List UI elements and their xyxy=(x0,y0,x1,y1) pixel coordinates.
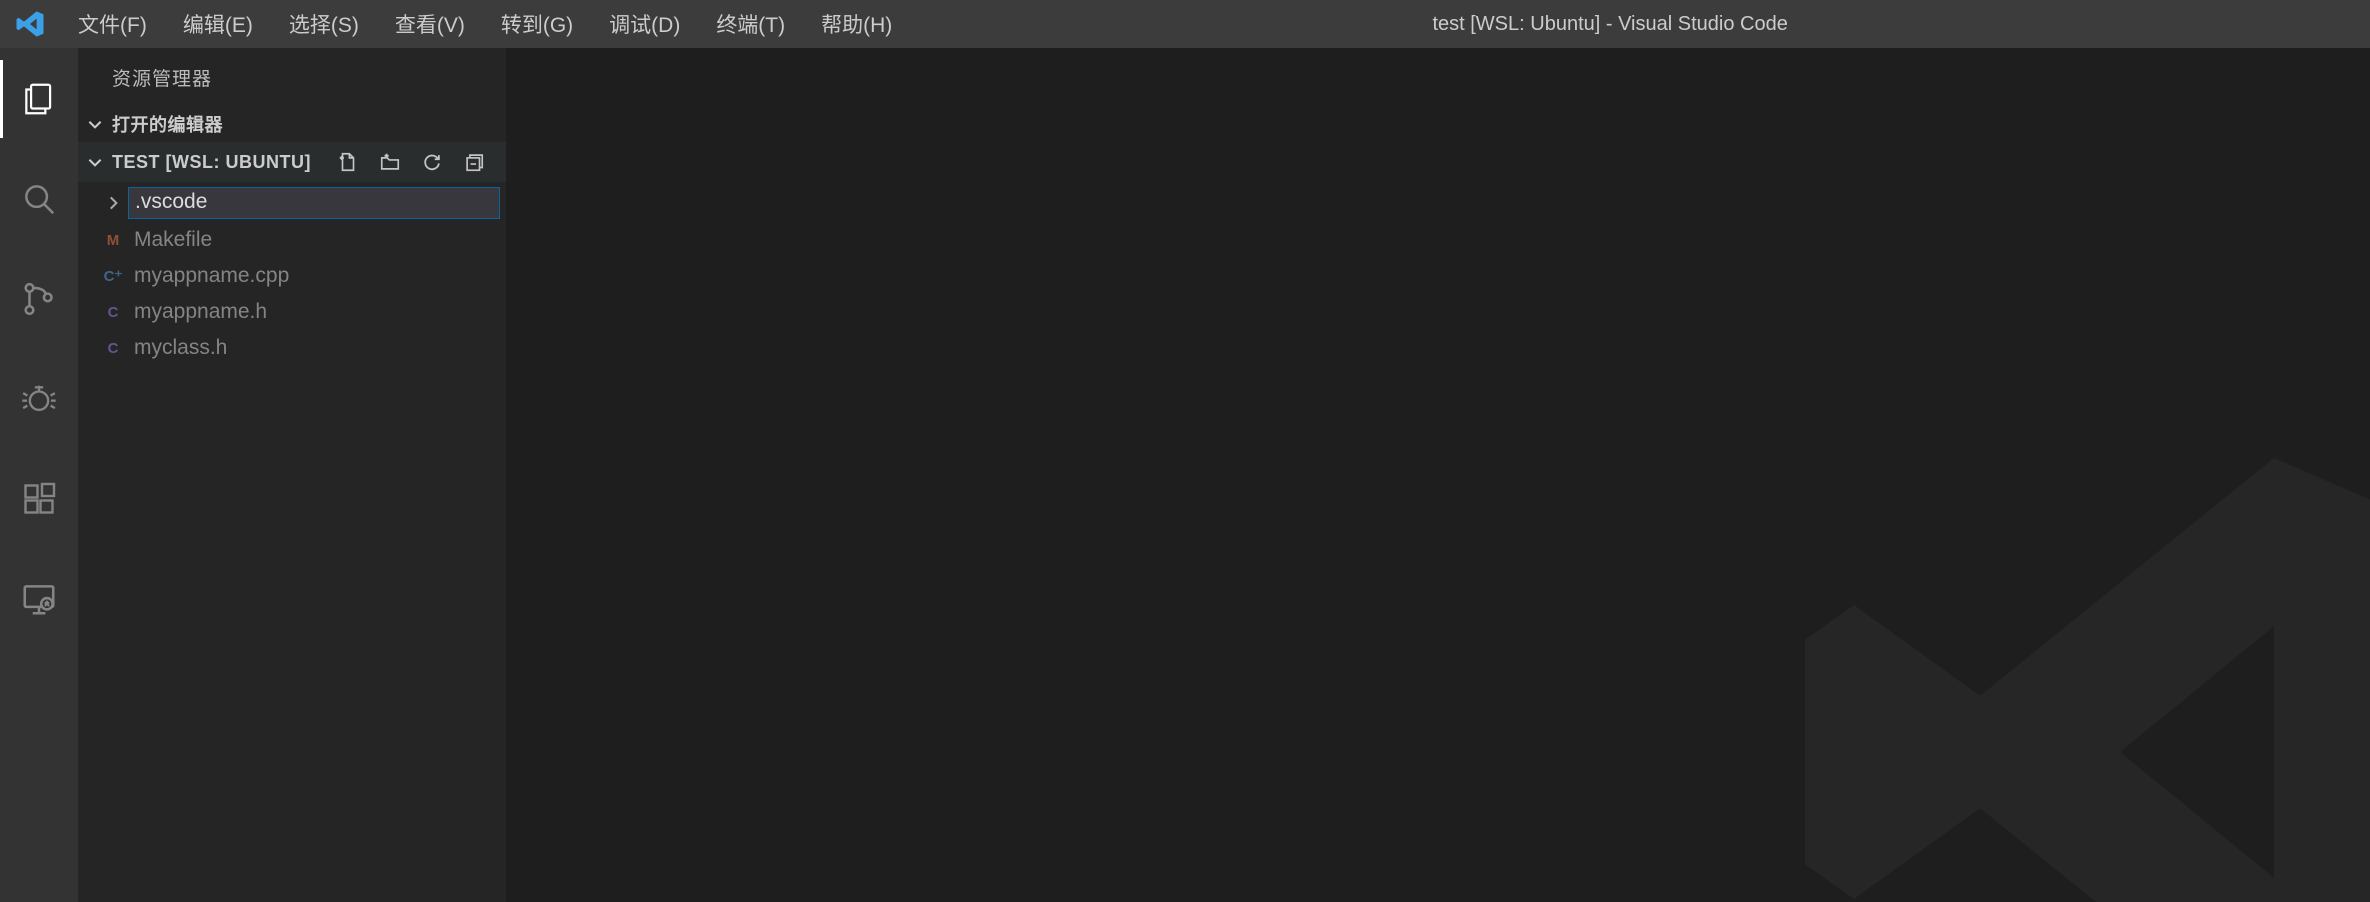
new-file-icon[interactable] xyxy=(336,150,360,174)
explorer-sidebar: 资源管理器 打开的编辑器 TEST [WSL: UBUNTU] xyxy=(78,48,506,902)
menu-edit[interactable]: 编辑(E) xyxy=(165,0,271,48)
file-name: myclass.h xyxy=(134,336,227,360)
file-row[interactable]: C⁺ myappname.cpp xyxy=(78,258,506,294)
activity-bar xyxy=(0,48,78,902)
search-icon[interactable] xyxy=(0,160,78,238)
rename-input[interactable] xyxy=(128,187,500,219)
title-bar: 文件(F) 编辑(E) 选择(S) 查看(V) 转到(G) 调试(D) 终端(T… xyxy=(0,0,2370,48)
menu-select[interactable]: 选择(S) xyxy=(271,0,377,48)
workbench: 资源管理器 打开的编辑器 TEST [WSL: UBUNTU] xyxy=(0,48,2370,902)
remote-explorer-icon[interactable] xyxy=(0,560,78,638)
menu-view[interactable]: 查看(V) xyxy=(377,0,483,48)
file-row[interactable]: C myappname.h xyxy=(78,294,506,330)
chevron-down-icon xyxy=(84,113,106,135)
open-editors-header[interactable]: 打开的编辑器 xyxy=(78,106,506,142)
menu-goto[interactable]: 转到(G) xyxy=(483,0,591,48)
chevron-down-icon xyxy=(84,151,106,173)
file-type-icon: C xyxy=(102,337,124,359)
vscode-logo-icon xyxy=(0,0,60,48)
file-type-icon: M xyxy=(102,229,124,251)
file-type-icon: C⁺ xyxy=(102,265,124,287)
vscode-watermark-icon xyxy=(1770,402,2370,902)
editor-area xyxy=(506,48,2370,902)
chevron-right-icon[interactable] xyxy=(102,192,124,214)
open-editors-section[interactable]: 打开的编辑器 xyxy=(78,106,506,142)
extensions-icon[interactable] xyxy=(0,460,78,538)
source-control-icon[interactable] xyxy=(0,260,78,338)
file-name: Makefile xyxy=(134,228,212,252)
menu-help[interactable]: 帮助(H) xyxy=(803,0,910,48)
rename-row xyxy=(78,184,506,222)
open-editors-label: 打开的编辑器 xyxy=(112,111,223,137)
folder-header-actions xyxy=(336,150,506,174)
folder-section: TEST [WSL: UBUNTU] xyxy=(78,142,506,366)
menu-debug[interactable]: 调试(D) xyxy=(591,0,698,48)
menu-bar: 文件(F) 编辑(E) 选择(S) 查看(V) 转到(G) 调试(D) 终端(T… xyxy=(60,0,910,48)
folder-label: TEST [WSL: UBUNTU] xyxy=(112,152,311,173)
menu-file[interactable]: 文件(F) xyxy=(60,0,165,48)
file-row[interactable]: M Makefile xyxy=(78,222,506,258)
folder-header[interactable]: TEST [WSL: UBUNTU] xyxy=(78,142,506,182)
file-name: myappname.cpp xyxy=(134,264,289,288)
file-type-icon: C xyxy=(102,301,124,323)
file-tree: M Makefile C⁺ myappname.cpp C myappname.… xyxy=(78,182,506,366)
debug-icon[interactable] xyxy=(0,360,78,438)
menu-terminal[interactable]: 终端(T) xyxy=(698,0,803,48)
collapse-all-icon[interactable] xyxy=(462,150,486,174)
file-row[interactable]: C myclass.h xyxy=(78,330,506,366)
file-name: myappname.h xyxy=(134,300,267,324)
refresh-icon[interactable] xyxy=(420,150,444,174)
window-title: test [WSL: Ubuntu] - Visual Studio Code xyxy=(910,13,2370,36)
new-folder-icon[interactable] xyxy=(378,150,402,174)
explorer-title: 资源管理器 xyxy=(78,48,506,106)
explorer-icon[interactable] xyxy=(0,60,78,138)
